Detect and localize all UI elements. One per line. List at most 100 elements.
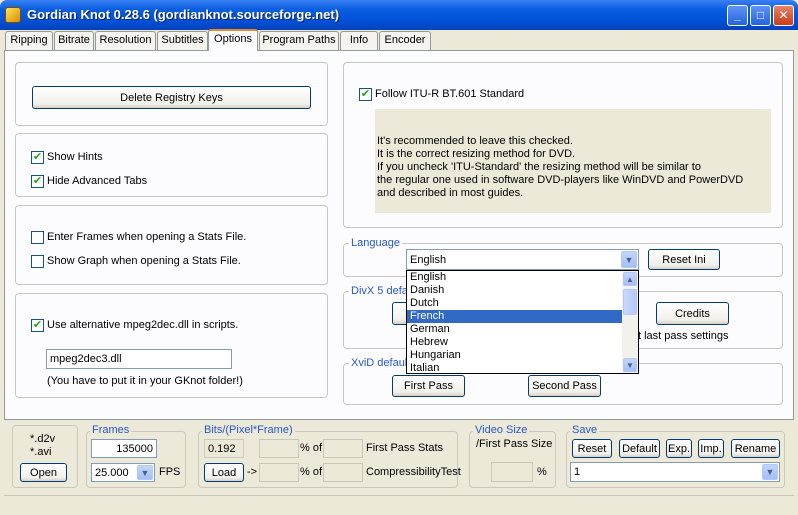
- language-option[interactable]: Danish: [407, 284, 623, 297]
- fps-select[interactable]: 25.000 ▼: [91, 463, 155, 482]
- itu-note-line: and described in most guides.: [377, 187, 524, 199]
- load-button[interactable]: Load: [204, 463, 244, 482]
- tab-bitrate[interactable]: Bitrate: [54, 31, 94, 50]
- window-title: Gordian Knot 0.28.6 (gordianknot.sourcef…: [27, 7, 340, 22]
- close-button[interactable]: ✕: [773, 5, 794, 26]
- status-bar: [4, 495, 794, 511]
- compress-percent-input: [259, 463, 299, 482]
- mpeg2dec-note: (You have to put it in your GKnot folder…: [47, 375, 243, 387]
- save-import-button[interactable]: Imp.: [698, 439, 724, 458]
- tab-options[interactable]: Options: [208, 29, 258, 51]
- enter-frames-label: Enter Frames when opening a Stats File.: [47, 231, 247, 243]
- alt-mpeg2dec-label: Use alternative mpeg2dec.dll in scripts.: [47, 319, 239, 331]
- d2v-label: *.d2v: [30, 433, 56, 445]
- arrow-label: ->: [247, 466, 258, 478]
- chevron-down-icon[interactable]: ▼: [762, 464, 778, 480]
- xvid-first-pass-button[interactable]: First Pass: [392, 375, 465, 397]
- scroll-thumb[interactable]: [623, 289, 637, 315]
- tab-resolution[interactable]: Resolution: [95, 31, 156, 50]
- dropdown-scrollbar[interactable]: ▲ ▼: [622, 271, 638, 373]
- show-graph-checkbox[interactable]: [31, 255, 44, 268]
- divx-group-label: DivX 5 defa: [349, 285, 410, 297]
- bits-value: 0.192: [204, 439, 244, 458]
- language-option-highlighted[interactable]: French: [407, 310, 623, 323]
- checkmark-icon: ✔: [360, 88, 371, 100]
- mpeg2dec-path-input[interactable]: mpeg2dec3.dll: [46, 349, 232, 369]
- frames-input[interactable]: 135000: [91, 439, 157, 458]
- follow-itu-label: Follow ITU-R BT.601 Standard: [375, 88, 525, 100]
- last-pass-settings-label: t last pass settings: [638, 330, 729, 342]
- maximize-button[interactable]: □: [750, 5, 771, 26]
- scroll-down-icon[interactable]: ▼: [623, 358, 637, 372]
- compress-test-label: CompressibilityTest: [366, 466, 461, 478]
- percent-sign: %: [537, 466, 547, 478]
- stats-group: [15, 205, 328, 285]
- avi-label: *.avi: [30, 446, 52, 458]
- save-export-button[interactable]: Exp.: [666, 439, 692, 458]
- tab-info[interactable]: Info: [340, 31, 378, 50]
- minimize-button[interactable]: _: [727, 5, 748, 26]
- language-dropdown-list[interactable]: English Danish Dutch French German Hebre…: [406, 270, 639, 374]
- itu-note-line: It is the correct resizing method for DV…: [377, 148, 576, 160]
- checkmark-icon: ✔: [32, 151, 43, 163]
- chevron-down-icon[interactable]: ▼: [137, 465, 153, 480]
- maximize-icon: □: [756, 8, 765, 22]
- percent-of-label: % of: [300, 442, 323, 454]
- language-option[interactable]: German: [407, 323, 623, 336]
- tab-encoder[interactable]: Encoder: [379, 31, 431, 50]
- delete-registry-keys-button[interactable]: Delete Registry Keys: [32, 86, 311, 109]
- checkmark-icon: ✔: [32, 319, 43, 331]
- itu-note-line: It's recommended to leave this checked.: [377, 135, 573, 147]
- reset-ini-button[interactable]: Reset Ini: [648, 249, 720, 270]
- first-pass-stats-label: First Pass Stats: [366, 442, 444, 454]
- language-option[interactable]: Dutch: [407, 297, 623, 310]
- itu-note-line: the regular one used in software DVD-pla…: [377, 174, 744, 186]
- scroll-up-icon[interactable]: ▲: [623, 272, 637, 286]
- show-hints-checkbox[interactable]: ✔: [31, 151, 44, 164]
- language-group-label: Language: [349, 237, 402, 249]
- save-reset-button[interactable]: Reset: [572, 439, 612, 458]
- tab-subtitles[interactable]: Subtitles: [157, 31, 208, 50]
- credits-button[interactable]: Credits: [656, 302, 729, 325]
- fps-label: FPS: [159, 466, 181, 478]
- save-profile-value: 1: [574, 466, 581, 478]
- tab-ripping[interactable]: Ripping: [5, 31, 53, 50]
- bits-group-label: Bits/(Pixel*Frame): [202, 424, 295, 436]
- show-hints-label: Show Hints: [47, 151, 103, 163]
- hints-group: [15, 133, 328, 197]
- frames-group-label: Frames: [90, 424, 132, 436]
- language-selected-value: English: [410, 253, 447, 266]
- alt-mpeg2dec-checkbox[interactable]: ✔: [31, 319, 44, 332]
- language-select[interactable]: English ▼: [406, 249, 639, 270]
- xvid-second-pass-button[interactable]: Second Pass: [528, 375, 601, 397]
- save-rename-button[interactable]: Rename: [731, 439, 780, 458]
- close-icon: ✕: [778, 8, 789, 22]
- app-icon[interactable]: [5, 7, 21, 23]
- first-pass-size-label: /First Pass Size: [476, 438, 553, 450]
- open-button[interactable]: Open: [20, 463, 67, 482]
- percent-of-label: % of: [300, 466, 323, 478]
- follow-itu-checkbox[interactable]: ✔: [359, 88, 372, 101]
- hide-advanced-tabs-label: Hide Advanced Tabs: [47, 175, 148, 187]
- hide-advanced-tabs-checkbox[interactable]: ✔: [31, 175, 44, 188]
- save-default-button[interactable]: Default: [619, 439, 660, 458]
- checkmark-icon: ✔: [32, 175, 43, 187]
- language-option[interactable]: Italian: [407, 362, 623, 373]
- fps-value: 25.000: [95, 466, 129, 479]
- enter-frames-checkbox[interactable]: [31, 231, 44, 244]
- itu-note-line: If you uncheck 'ITU-Standard' the resizi…: [377, 161, 701, 173]
- language-option[interactable]: Hungarian: [407, 349, 623, 362]
- video-size-input: [491, 462, 533, 482]
- minimize-icon: _: [734, 8, 741, 22]
- compress-test-input: [323, 463, 363, 482]
- first-pass-percent-input: [259, 439, 299, 458]
- tab-program-paths[interactable]: Program Paths: [259, 31, 339, 50]
- language-option[interactable]: Hebrew: [407, 336, 623, 349]
- language-option[interactable]: English: [407, 271, 623, 284]
- xvid-group-label: XviD defaul: [349, 357, 410, 369]
- itu-note: It's recommended to leave this checked. …: [375, 109, 771, 213]
- first-pass-stats-input: [323, 439, 363, 458]
- video-size-label: Video Size: [473, 424, 530, 436]
- chevron-down-icon[interactable]: ▼: [621, 251, 637, 268]
- save-profile-select[interactable]: 1 ▼: [570, 462, 780, 482]
